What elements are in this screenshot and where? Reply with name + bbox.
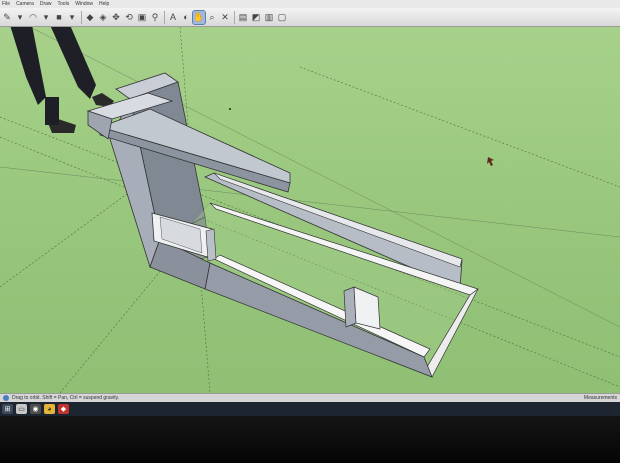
pencil-icon[interactable]: ✎ — [1, 11, 13, 24]
scale-icon[interactable]: ▣ — [136, 11, 148, 24]
layout-icon[interactable]: ▢ — [276, 11, 288, 24]
dropdown-icon[interactable]: ▾ — [14, 11, 26, 24]
zoom-extents-icon[interactable]: ✕ — [219, 11, 231, 24]
extension-icon[interactable]: ▥ — [263, 11, 275, 24]
zoom-icon[interactable]: ⌕ — [206, 11, 218, 24]
dropdown-icon[interactable]: ▾ — [40, 11, 52, 24]
menu-window[interactable]: Window — [75, 0, 93, 8]
dropdown-icon[interactable]: ▾ — [66, 11, 78, 24]
camera-app-icon[interactable]: ◉ — [30, 404, 41, 414]
toolbar-separator — [81, 10, 82, 24]
toolbar-separator — [234, 10, 235, 24]
main-toolbar: ✎ ▾ ◠ ▾ ■ ▾ ◆ ◈ ✥ ⟲ ▣ ⚲ A ◐ ✋ ⌕ ✕ ▤ ◩ ▥ ▢ — [0, 8, 620, 27]
monitor-screen: File Camera Draw Tools Window Help ✎ ▾ ◠ ▾ ■… — [0, 0, 620, 416]
info-icon[interactable] — [3, 395, 9, 401]
measurements-label: Measurements — [583, 395, 617, 401]
file-explorer-icon[interactable]: ▭ — [16, 404, 27, 414]
menu-tools[interactable]: Tools — [58, 0, 70, 8]
menu-bar: File Camera Draw Tools Window Help — [0, 0, 620, 8]
tape-measure-icon[interactable]: ⚲ — [149, 11, 161, 24]
paint-bucket-icon[interactable]: ◐ — [180, 11, 192, 24]
offset-icon[interactable]: ◈ — [97, 11, 109, 24]
origin-marker — [229, 108, 231, 110]
orbit-icon[interactable]: ✋ — [192, 9, 206, 25]
model-canvas[interactable] — [0, 27, 620, 393]
status-bar: Drag to orbit. Shift = Pan, Ctrl = suspe… — [0, 393, 620, 402]
move-icon[interactable]: ✥ — [110, 11, 122, 24]
3d-viewport[interactable] — [0, 27, 620, 393]
warehouse-icon[interactable]: ▤ — [237, 11, 249, 24]
orbit-cursor-icon — [487, 157, 494, 166]
monitor-bezel — [0, 416, 620, 463]
components-icon[interactable]: ◩ — [250, 11, 262, 24]
toolbar-separator — [164, 10, 165, 24]
menu-file[interactable]: File — [2, 0, 10, 8]
menu-help[interactable]: Help — [99, 0, 109, 8]
text-icon[interactable]: A — [167, 11, 179, 24]
windows-taskbar: ⊞ ▭ ◉ ◕ ◆ — [0, 402, 620, 416]
menu-camera[interactable]: Camera — [16, 0, 34, 8]
menu-draw[interactable]: Draw — [40, 0, 52, 8]
status-hint: Drag to orbit. Shift = Pan, Ctrl = suspe… — [12, 395, 120, 401]
arc-icon[interactable]: ◠ — [27, 11, 39, 24]
chrome-icon[interactable]: ◕ — [44, 404, 55, 414]
rotate-icon[interactable]: ⟲ — [123, 11, 135, 24]
start-icon[interactable]: ⊞ — [2, 404, 13, 414]
rectangle-icon[interactable]: ■ — [53, 11, 65, 24]
sketchup-icon[interactable]: ◆ — [58, 404, 69, 414]
push-pull-icon[interactable]: ◆ — [84, 11, 96, 24]
